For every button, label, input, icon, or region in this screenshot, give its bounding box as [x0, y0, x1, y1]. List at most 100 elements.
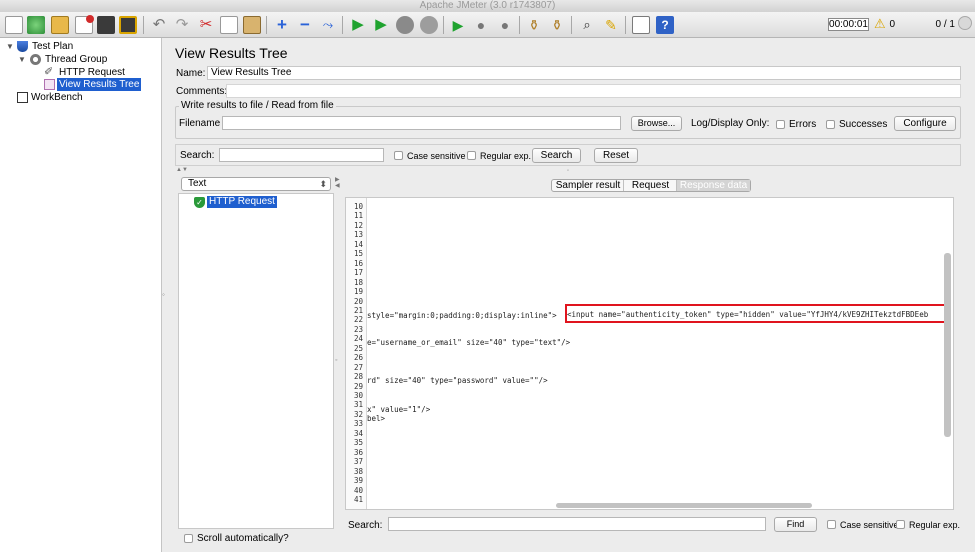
new-icon[interactable] — [5, 16, 23, 34]
line-number: 22 — [353, 315, 363, 325]
regex-label: Regular exp. — [480, 151, 532, 161]
collapse-arrows-icon[interactable]: ▲▼ — [176, 167, 188, 173]
bottom-case-sensitive-checkbox[interactable] — [827, 520, 836, 529]
horizontal-scrollbar[interactable] — [556, 503, 812, 508]
test-plan-tree: ▼ Test Plan ▼ Thread Group ✐ HTTP Reques… — [0, 38, 162, 552]
cut-icon[interactable]: ✂ — [197, 16, 215, 34]
search-field[interactable] — [219, 148, 384, 162]
templates-icon[interactable] — [27, 16, 45, 34]
errors-label: Errors — [789, 119, 817, 130]
line-number: 39 — [353, 476, 363, 486]
split-handle-icon[interactable]: ◦ — [567, 168, 569, 174]
tree-item-workbench[interactable]: WorkBench — [17, 92, 117, 104]
line-number: 10 — [353, 202, 363, 211]
copy-icon[interactable] — [220, 16, 238, 34]
panel-title: View Results Tree — [175, 45, 288, 61]
remote-stop-icon[interactable]: ● — [472, 16, 490, 34]
name-label: Name: — [176, 68, 206, 79]
tree-item-view-results-tree[interactable]: View Results Tree — [44, 78, 142, 91]
function-helper-icon[interactable] — [632, 16, 650, 34]
toggle-icon[interactable]: ⤳ — [319, 16, 337, 34]
remote-start-icon[interactable]: ▶ — [449, 16, 467, 34]
clear-icon[interactable]: ⚱ — [525, 16, 543, 34]
shutdown-icon[interactable] — [420, 16, 438, 34]
code-line-33: bel> — [367, 414, 386, 423]
start-icon[interactable]: ▶ — [349, 16, 367, 34]
open-icon[interactable] — [51, 16, 69, 34]
vertical-scrollbar[interactable] — [944, 253, 951, 437]
save-as-icon[interactable] — [119, 16, 137, 34]
line-number: 23 — [353, 324, 363, 334]
save-icon[interactable] — [97, 16, 115, 34]
redo-icon[interactable]: ↷ — [173, 16, 191, 34]
search-button[interactable]: Search — [532, 148, 581, 163]
renderer-select[interactable]: Text ⬍ — [181, 177, 331, 191]
scroll-auto-checkbox[interactable] — [184, 534, 193, 543]
start-no-pause-icon[interactable]: ▶ — [372, 16, 390, 34]
line-number: 31 — [353, 400, 363, 410]
case-sensitive-checkbox[interactable] — [394, 151, 403, 160]
reset-button[interactable]: Reset — [594, 148, 638, 163]
search-icon[interactable]: ⌕ — [578, 16, 596, 34]
undo-icon[interactable]: ↶ — [150, 16, 168, 34]
bottom-regex-checkbox[interactable] — [896, 520, 905, 529]
collapse-icon[interactable]: − — [296, 16, 314, 34]
code-line-25: e="username_or_email" size="40" type="te… — [367, 338, 571, 347]
splitter-handle[interactable]: ◦ — [162, 290, 165, 299]
toolbar: ↶ ↷ ✂ + − ⤳ ▶ ▶ ▶ ● ● ⚱ ⚱ ⌕ ✎ ? 00:00:01… — [0, 12, 975, 38]
line-number: 30 — [353, 391, 363, 400]
line-number: 32 — [353, 409, 363, 419]
status-indicator — [958, 16, 972, 30]
tree-item-thread-group[interactable]: ▼ Thread Group — [18, 54, 148, 66]
bottom-search-field[interactable] — [388, 517, 766, 531]
filename-label: Filename — [179, 118, 221, 129]
tab-request[interactable]: Request — [625, 180, 677, 191]
name-field[interactable]: View Results Tree — [207, 66, 961, 80]
filename-field[interactable] — [222, 116, 621, 130]
expand-arrow-icon[interactable]: ▼ — [18, 54, 26, 66]
thread-count: 0 / 1 — [935, 19, 955, 30]
success-shield-icon: ✓ — [194, 197, 205, 208]
expand-arrow-icon[interactable]: ▼ — [6, 41, 14, 53]
code-line-32: x" value="1"/> — [367, 405, 431, 414]
remote-shutdown-icon[interactable]: ● — [496, 16, 514, 34]
regex-checkbox[interactable] — [467, 151, 476, 160]
gear-icon — [30, 54, 41, 65]
split-arrows-icon[interactable]: ▶ ◀ — [335, 177, 340, 189]
code-line-29: rd" size="40" type="password" value=""/> — [367, 376, 548, 385]
line-number: 33 — [353, 419, 363, 429]
expand-icon[interactable]: + — [273, 16, 291, 34]
close-icon[interactable] — [75, 15, 94, 34]
tree-label: Test Plan — [32, 41, 74, 52]
line-number: 41 — [353, 494, 363, 504]
reset-search-icon[interactable]: ✎ — [602, 16, 620, 34]
pipette-icon: ✐ — [44, 66, 54, 78]
result-item[interactable]: HTTP Request — [207, 196, 277, 208]
line-number: 27 — [353, 362, 363, 372]
renderer-select-value: Text — [188, 178, 207, 189]
scroll-auto-label: Scroll automatically? — [197, 533, 289, 544]
line-number: 14 — [353, 239, 363, 249]
select-arrows-icon: ⬍ — [319, 179, 327, 189]
comments-field[interactable] — [226, 84, 961, 98]
configure-button[interactable]: Configure — [894, 116, 956, 131]
line-number: 18 — [353, 277, 363, 287]
vertical-splitter-icon[interactable]: ◦ — [335, 357, 337, 364]
clear-all-icon[interactable]: ⚱ — [548, 16, 566, 34]
line-number: 13 — [353, 230, 363, 240]
stop-icon[interactable] — [396, 16, 414, 34]
errors-checkbox[interactable] — [776, 120, 785, 129]
line-number: 29 — [353, 381, 363, 391]
code-line-22: style="margin:0;padding:0;display:inline… — [367, 311, 557, 320]
tab-sampler-result[interactable]: Sampler result — [553, 180, 624, 191]
successes-checkbox[interactable] — [826, 120, 835, 129]
paste-icon[interactable] — [243, 16, 261, 34]
find-button[interactable]: Find — [774, 517, 817, 532]
tab-response-data[interactable]: Response data — [677, 180, 750, 191]
line-number: 17 — [353, 268, 363, 278]
browse-button[interactable]: Browse... — [631, 116, 682, 131]
line-number: 34 — [353, 428, 363, 438]
response-text-area[interactable]: 10 11 12 13 14 15 16 17 18 19 20 21 22 23 24 25 26 27 28 29… — [345, 197, 954, 510]
help-icon[interactable]: ? — [656, 16, 674, 34]
tree-item-test-plan[interactable]: ▼ Test Plan — [6, 41, 156, 53]
